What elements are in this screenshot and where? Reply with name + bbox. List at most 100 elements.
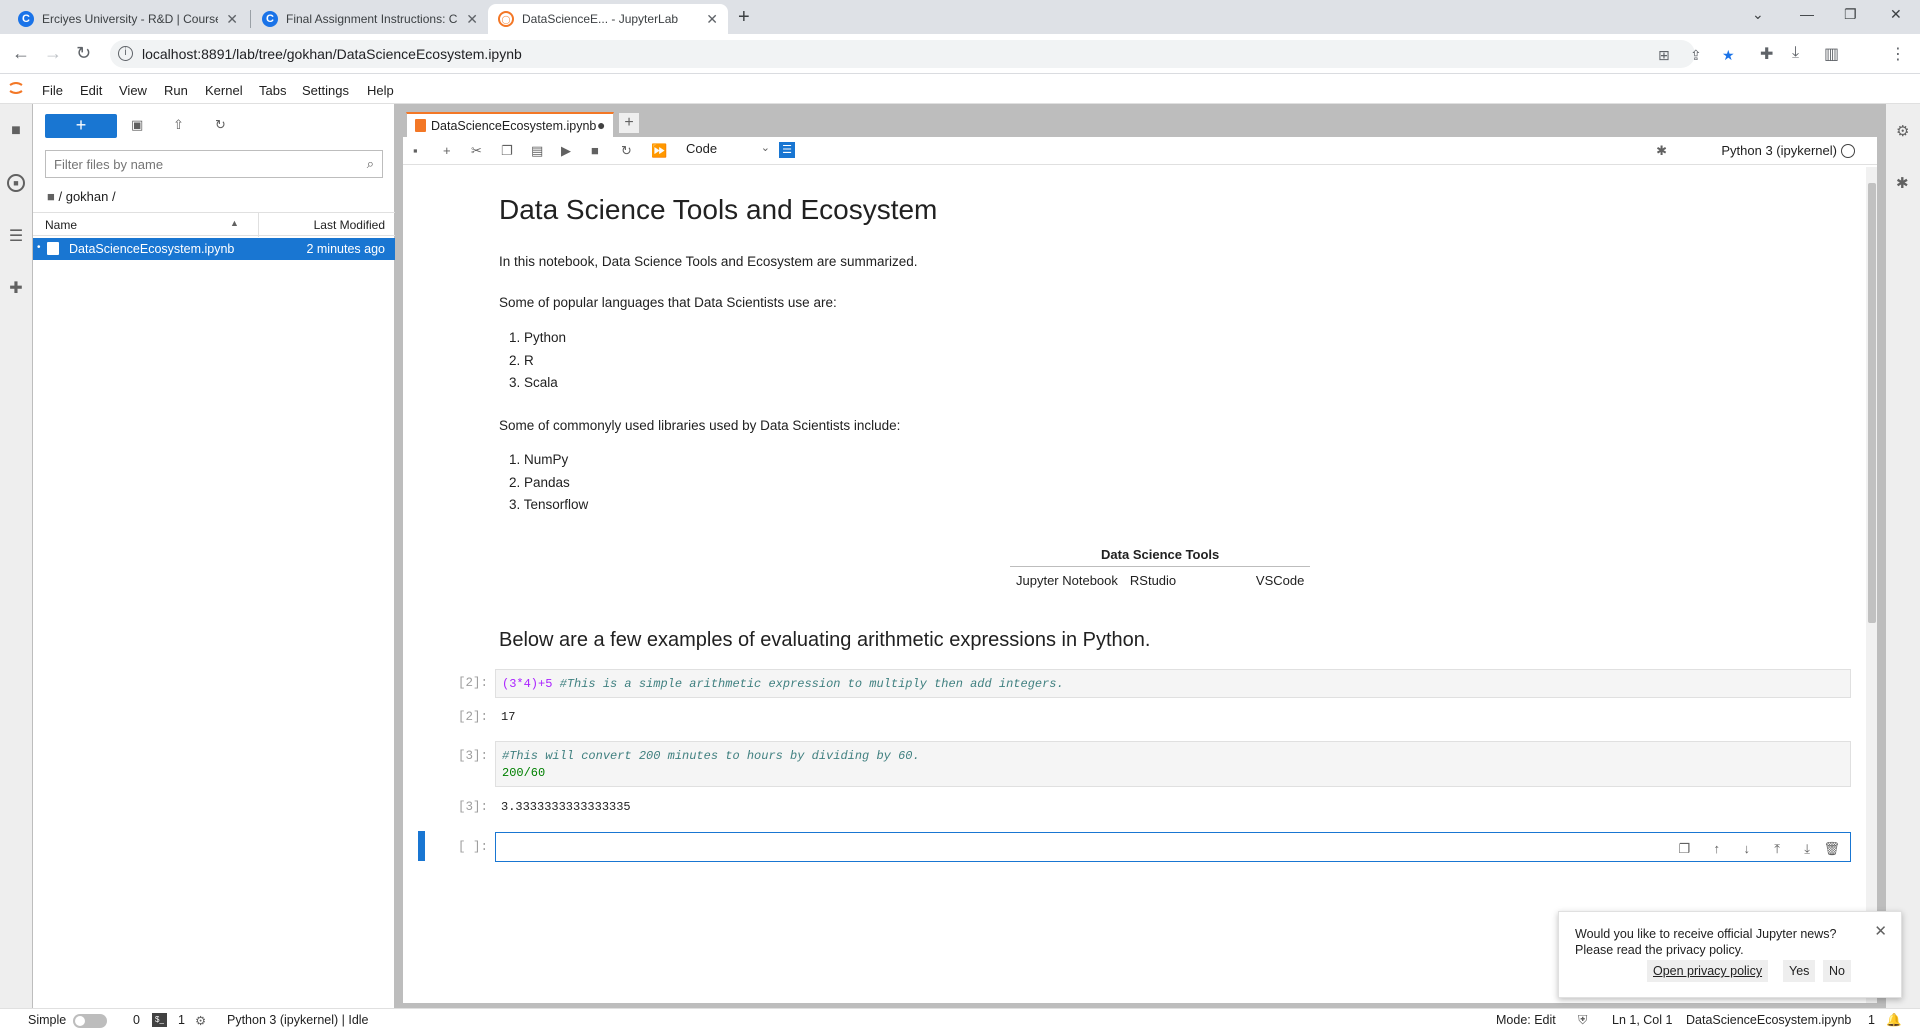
cell-type-select[interactable]: Code ⌄ xyxy=(686,141,770,161)
menu-file[interactable]: File xyxy=(42,83,63,98)
menu-settings[interactable]: Settings xyxy=(302,83,349,98)
download-icon[interactable]: ⤓ xyxy=(1792,44,1799,62)
terminal-icon[interactable]: $_ xyxy=(152,1013,167,1027)
running-indicator-icon: • xyxy=(37,242,41,253)
kernel-name[interactable]: Python 3 (ipykernel) xyxy=(1721,143,1837,158)
simple-mode-toggle[interactable] xyxy=(73,1014,107,1028)
side-panel-icon[interactable]: ▥ xyxy=(1824,44,1839,64)
list-item: 2. Pandas xyxy=(509,474,570,490)
duplicate-cell-icon[interactable]: ❐ xyxy=(1678,841,1690,857)
refresh-icon[interactable]: ↻ xyxy=(215,117,226,133)
open-privacy-policy-button[interactable]: Open privacy policy xyxy=(1647,960,1769,982)
kernel-status[interactable]: Python 3 (ipykernel) | Idle xyxy=(227,1013,369,1027)
close-icon[interactable]: ✕ xyxy=(1874,922,1887,940)
table-cell: Jupyter Notebook xyxy=(1016,573,1118,588)
move-down-icon[interactable]: ↓ xyxy=(1744,841,1751,856)
property-inspector-icon[interactable]: ☰ xyxy=(779,142,795,158)
forward-arrow-icon[interactable]: → xyxy=(44,43,62,64)
save-icon[interactable]: ▪ xyxy=(413,143,418,158)
no-button[interactable]: No xyxy=(1823,960,1851,982)
extensions-puzzle-icon[interactable]: ✚ xyxy=(1760,44,1773,64)
code-expression: 200/60 xyxy=(502,766,546,780)
back-arrow-icon[interactable]: ← xyxy=(12,43,30,64)
delete-cell-icon[interactable]: 🗑 xyxy=(1823,841,1840,857)
folder-home-icon[interactable]: ■ xyxy=(47,189,55,204)
move-up-icon[interactable]: ↑ xyxy=(1714,841,1721,856)
close-tab-icon[interactable]: ✕ xyxy=(706,11,718,28)
folder-icon[interactable]: ■ xyxy=(7,122,25,140)
new-launcher-button[interactable]: + xyxy=(45,114,117,138)
code-cell-input[interactable]: (3*4)+5 #This is a simple arithmetic exp… xyxy=(495,669,1851,698)
tab-search-chevron-icon[interactable]: ⌄ xyxy=(1752,6,1764,23)
run-cell-icon[interactable]: ▶ xyxy=(561,143,571,159)
restart-kernel-icon[interactable]: ↻ xyxy=(621,143,632,159)
cursor-position[interactable]: Ln 1, Col 1 xyxy=(1612,1013,1672,1027)
active-code-cell-input[interactable]: ❐ ↑ ↓ ⤒ ⤓ 🗑 xyxy=(495,832,1851,862)
file-browser: + ▣ ⇧ ↻ ⌕ ■ / gokhan / Name ▲ Last Modif… xyxy=(33,104,395,1008)
extension-manager-icon[interactable]: ✚ xyxy=(7,278,25,297)
maximize-icon[interactable]: ❐ xyxy=(1844,6,1857,23)
code-cell-input[interactable]: #This will convert 200 minutes to hours … xyxy=(495,741,1851,787)
new-folder-icon[interactable]: ▣ xyxy=(131,117,143,133)
input-prompt: [3]: xyxy=(457,749,488,763)
paste-icon[interactable]: ▤ xyxy=(531,143,543,159)
table-of-contents-icon[interactable]: ☰ xyxy=(7,226,25,245)
bell-icon[interactable]: 🔔 xyxy=(1886,1013,1902,1028)
right-sidebar: ⚙ ✱ xyxy=(1885,104,1920,1008)
close-window-icon[interactable]: ✕ xyxy=(1890,6,1902,23)
insert-below-icon[interactable]: ⤓ xyxy=(1804,841,1810,857)
file-filter-input[interactable] xyxy=(46,151,346,177)
insert-above-icon[interactable]: ⤒ xyxy=(1774,841,1780,857)
list-item: 3. Tensorflow xyxy=(509,497,589,512)
menu-kernel[interactable]: Kernel xyxy=(205,83,243,98)
close-tab-icon[interactable]: ✕ xyxy=(466,11,478,28)
minimize-icon[interactable]: — xyxy=(1800,6,1814,22)
file-filter-box[interactable]: ⌕ xyxy=(45,150,383,178)
new-tab-plus-icon[interactable]: + xyxy=(738,6,750,29)
interrupt-stop-icon[interactable]: ■ xyxy=(591,143,599,158)
cut-icon[interactable]: ✂ xyxy=(471,143,482,159)
yes-button[interactable]: Yes xyxy=(1783,960,1816,982)
add-tab-plus-icon[interactable]: + xyxy=(618,112,640,134)
site-info-icon[interactable]: i xyxy=(118,46,133,61)
browser-tab-erciyes[interactable]: C Erciyes University - R&D | Course ✕ xyxy=(8,4,248,34)
insert-cell-plus-icon[interactable]: + xyxy=(443,143,451,158)
menu-tabs[interactable]: Tabs xyxy=(259,83,286,98)
active-cell-collapser[interactable] xyxy=(418,831,425,861)
column-modified-header[interactable]: Last Modified xyxy=(314,218,385,232)
file-list-item[interactable]: • DataScienceEcosystem.ipynb 2 minutes a… xyxy=(33,238,395,260)
debugger-bug-icon[interactable]: ✱ xyxy=(1896,174,1909,192)
upload-icon[interactable]: ⇧ xyxy=(173,117,184,133)
menu-edit[interactable]: Edit xyxy=(80,83,102,98)
browser-menu-icon[interactable]: ⋮ xyxy=(1890,44,1906,64)
examples-heading: Below are a few examples of evaluating a… xyxy=(499,629,1151,651)
debugger-bug-icon[interactable]: ✱ xyxy=(1656,143,1667,159)
bookmark-star-icon[interactable]: ★ xyxy=(1722,47,1735,64)
unsaved-dot-icon[interactable]: ● xyxy=(597,117,605,133)
close-tab-icon[interactable]: ✕ xyxy=(226,11,238,28)
translate-icon[interactable]: ⊞ xyxy=(1658,47,1670,64)
breadcrumb-path[interactable]: / gokhan / xyxy=(58,189,115,204)
address-bar[interactable]: i localhost:8891/lab/tree/gokhan/DataSci… xyxy=(110,40,1735,68)
menu-help[interactable]: Help xyxy=(367,83,394,98)
notebook-document-tab[interactable]: DataScienceEcosystem.ipynb ● xyxy=(406,112,614,138)
share-icon[interactable]: ⇪ xyxy=(1690,47,1702,64)
scrollbar-thumb[interactable] xyxy=(1868,183,1876,623)
browser-tab-title: Final Assignment Instructions: Cr xyxy=(286,12,459,26)
property-inspector-gear-icon[interactable]: ⚙ xyxy=(1896,122,1909,140)
table-cell: RStudio xyxy=(1129,573,1177,588)
restart-run-all-icon[interactable]: ⏩ xyxy=(651,143,667,159)
reload-icon[interactable]: ↻ xyxy=(76,43,91,64)
column-name-header[interactable]: Name xyxy=(45,218,77,232)
menu-view[interactable]: View xyxy=(119,83,147,98)
menu-run[interactable]: Run xyxy=(164,83,188,98)
kernel-sessions-icon[interactable]: ⚙ xyxy=(195,1013,206,1028)
browser-toolbar: ← → ↻ i localhost:8891/lab/tree/gokhan/D… xyxy=(0,34,1920,97)
copy-icon[interactable]: ❐ xyxy=(501,143,513,159)
notebook-title: Data Science Tools and Ecosystem xyxy=(499,194,938,225)
trusted-shield-icon[interactable]: ⛨ xyxy=(1578,1013,1587,1028)
running-sessions-icon[interactable]: ■ xyxy=(7,174,25,192)
news-notification: Would you like to receive official Jupyt… xyxy=(1558,911,1902,998)
browser-tab-final-assignment[interactable]: C Final Assignment Instructions: Cr ✕ xyxy=(252,4,488,34)
browser-tab-jupyterlab[interactable]: ◯ DataScienceE... - JupyterLab ✕ xyxy=(488,4,728,34)
